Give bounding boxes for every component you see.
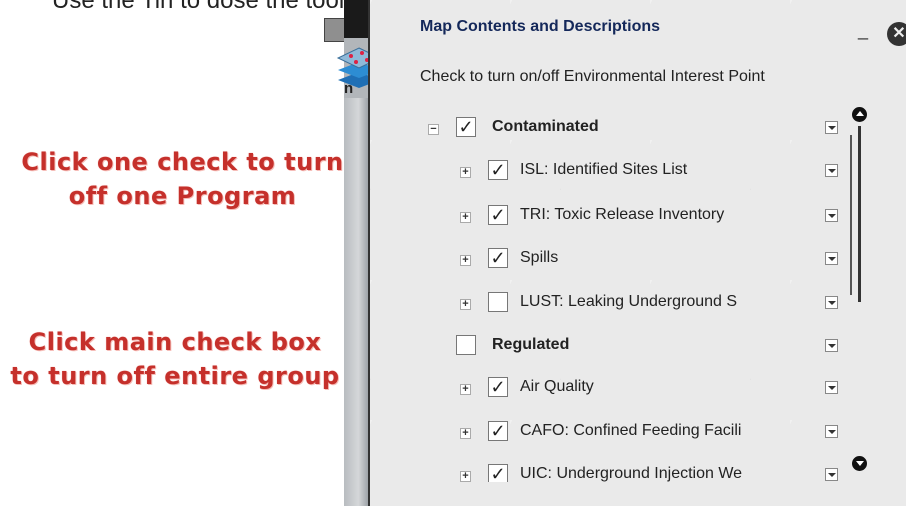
checkbox-cafo[interactable]: ✓ [488, 421, 508, 441]
row-label-cafo: CAFO: Confined Feeding Facili [520, 422, 742, 439]
row-label-tri: TRI: Toxic Release Inventory [520, 206, 725, 223]
row-label-spills: Spills [520, 249, 559, 266]
expand-icon[interactable]: + [460, 212, 471, 223]
checkbox-air-quality[interactable]: ✓ [488, 377, 508, 397]
tree-row-contaminated: − ✓ Contaminated [428, 115, 858, 145]
tree-row-lust: + LUST: Leaking Underground S [460, 290, 860, 320]
expand-icon[interactable]: + [460, 299, 471, 310]
row-label-contaminated: Contaminated [492, 118, 599, 135]
checkbox-tri[interactable]: ✓ [488, 205, 508, 225]
tree-row-spills: + ✓ Spills [460, 246, 860, 276]
tree-row-air-quality: + ✓ Air Quality [460, 375, 860, 405]
row-label-air-quality: Air Quality [520, 378, 594, 395]
checkbox-isl[interactable]: ✓ [488, 160, 508, 180]
tree-row-isl: + ✓ ISL: Identified Sites List [460, 158, 860, 188]
panel-title: Map Contents and Descriptions [420, 18, 661, 35]
expand-icon[interactable]: + [460, 384, 471, 395]
chevron-down-icon[interactable] [825, 339, 838, 352]
checkbox-contaminated[interactable]: ✓ [456, 117, 476, 137]
row-label-lust: LUST: Leaking Underground S [520, 293, 738, 310]
scrollbar-thumb[interactable] [858, 126, 861, 302]
instruction-text: Check to turn on/off Environmental Inter… [420, 68, 765, 85]
chevron-down-icon[interactable] [825, 121, 838, 134]
chevron-down-icon[interactable] [825, 209, 838, 222]
map-contents-panel: Map Contents and Descriptions _ ✕ Check … [368, 0, 906, 506]
scroll-down-icon[interactable] [852, 456, 867, 471]
chevron-down-icon[interactable] [825, 164, 838, 177]
checkbox-lust[interactable] [488, 292, 508, 312]
scrollbar-track[interactable] [850, 135, 852, 295]
chevron-down-icon[interactable] [825, 468, 838, 481]
expand-icon[interactable]: + [460, 471, 471, 482]
expand-icon[interactable]: + [460, 167, 471, 178]
annotation-entire-group: Click main check box to turn off entire … [10, 328, 340, 390]
close-button[interactable]: ✕ [887, 22, 906, 46]
collapse-icon[interactable]: − [428, 124, 439, 135]
checkbox-uic[interactable]: ✓ [488, 464, 508, 482]
row-label-regulated: Regulated [492, 336, 570, 353]
expand-icon[interactable]: + [460, 255, 471, 266]
annotation-one-program: Click one check to turn off one Program [21, 148, 344, 210]
checkbox-regulated[interactable] [456, 335, 476, 355]
tree-row-uic: + ✓ UIC: Underground Injection We [460, 462, 860, 482]
tree-row-tri: + ✓ TRI: Toxic Release Inventory [460, 203, 860, 233]
chevron-down-icon[interactable] [825, 252, 838, 265]
chevron-down-icon[interactable] [825, 425, 838, 438]
chevron-down-icon[interactable] [825, 296, 838, 309]
scroll-up-icon[interactable] [852, 107, 867, 122]
tree-row-cafo: + ✓ CAFO: Confined Feeding Facili [460, 419, 860, 449]
expand-icon[interactable]: + [460, 428, 471, 439]
chevron-down-icon[interactable] [825, 381, 838, 394]
row-label-isl: ISL: Identified Sites List [520, 161, 688, 178]
minimize-button[interactable]: _ [858, 20, 868, 41]
row-label-uic: UIC: Underground Injection We [520, 465, 743, 482]
tree-row-regulated: Regulated [456, 333, 860, 363]
checkbox-spills[interactable]: ✓ [488, 248, 508, 268]
